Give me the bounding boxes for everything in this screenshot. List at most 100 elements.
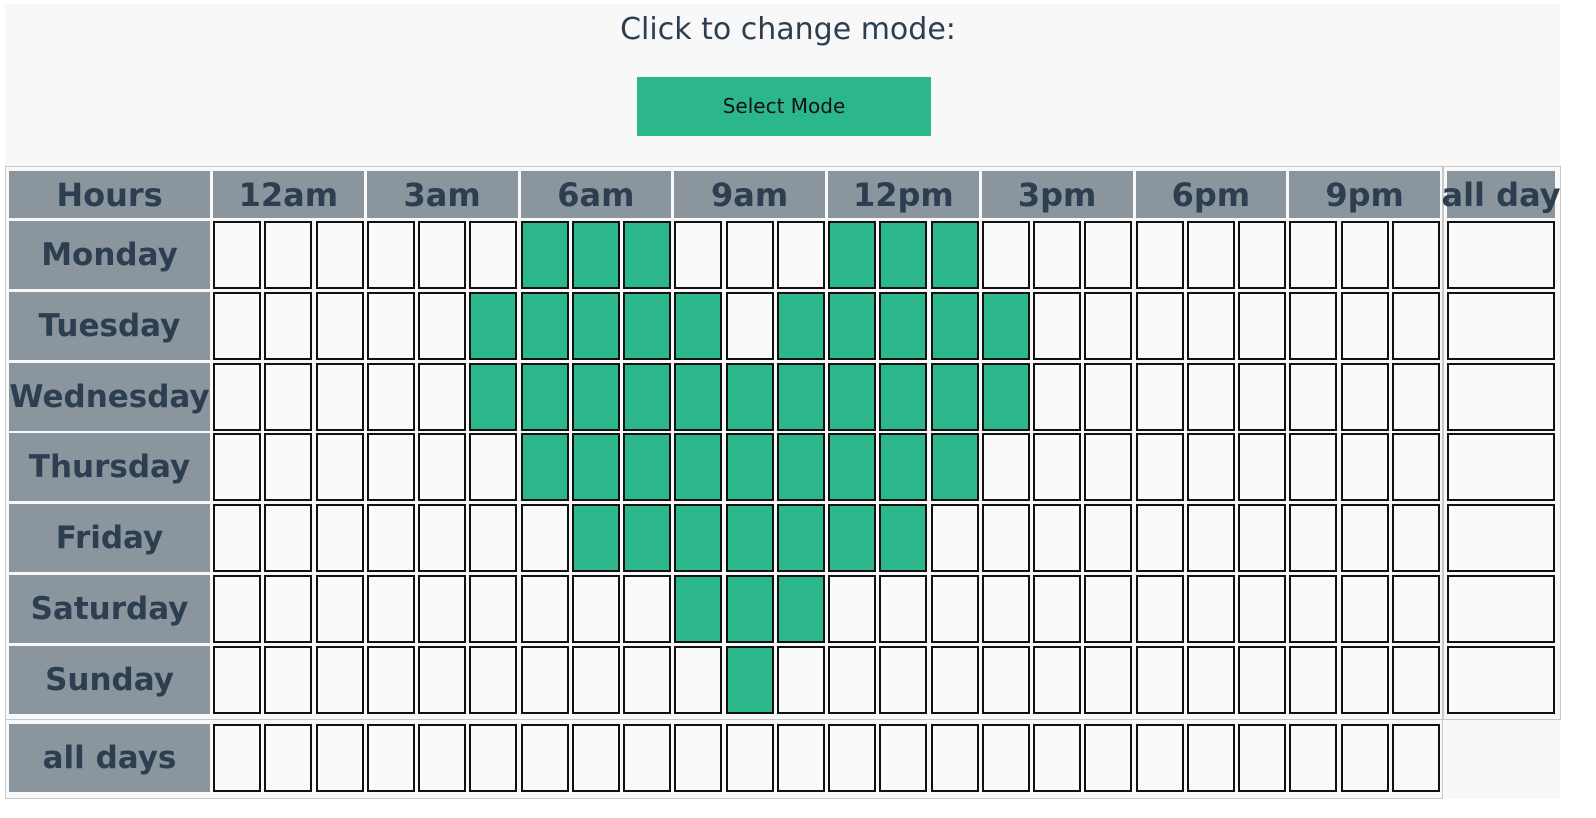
hour-cell[interactable] — [930, 433, 979, 502]
hour-cell[interactable] — [571, 504, 620, 573]
hour-cell[interactable] — [571, 645, 620, 714]
hour-cell[interactable] — [469, 221, 518, 289]
all-days-hour-cell[interactable] — [469, 724, 518, 792]
all-days-hour-cell[interactable] — [315, 724, 364, 792]
hour-cell[interactable] — [213, 645, 261, 714]
hour-cell[interactable] — [1340, 645, 1389, 714]
all-days-hour-cell[interactable] — [828, 724, 876, 792]
all-days-hour-cell[interactable] — [1033, 724, 1081, 792]
hour-cell[interactable] — [1238, 645, 1286, 714]
hour-cell[interactable] — [1084, 433, 1133, 502]
hour-cell[interactable] — [264, 362, 313, 431]
hour-cell[interactable] — [1340, 433, 1389, 502]
hour-cell[interactable] — [930, 575, 979, 643]
all-day-cell[interactable] — [1447, 645, 1555, 714]
hour-cell[interactable] — [930, 504, 979, 573]
hour-cell[interactable] — [1186, 433, 1235, 502]
hour-cell[interactable] — [981, 291, 1030, 360]
hour-cell[interactable] — [1186, 221, 1235, 289]
hour-cell[interactable] — [315, 575, 364, 643]
hour-cell[interactable] — [366, 575, 415, 643]
hour-cell[interactable] — [1186, 504, 1235, 573]
hour-cell[interactable] — [776, 504, 825, 573]
all-days-hour-cell[interactable] — [776, 724, 825, 792]
hour-cell[interactable] — [418, 221, 466, 289]
all-days-hour-cell[interactable] — [725, 724, 774, 792]
hour-cell[interactable] — [418, 362, 466, 431]
hour-cell[interactable] — [776, 291, 825, 360]
hour-cell[interactable] — [264, 645, 313, 714]
hour-cell[interactable] — [1135, 645, 1184, 714]
hour-cell[interactable] — [1340, 291, 1389, 360]
hour-cell[interactable] — [1391, 362, 1440, 431]
all-days-hour-cell[interactable] — [1238, 724, 1286, 792]
hour-cell[interactable] — [1289, 221, 1338, 289]
hour-cell[interactable] — [776, 645, 825, 714]
hour-cell[interactable] — [981, 362, 1030, 431]
hour-cell[interactable] — [725, 291, 774, 360]
all-days-hour-cell[interactable] — [520, 724, 569, 792]
hour-cell[interactable] — [469, 645, 518, 714]
day-header-wednesday[interactable]: Wednesday — [9, 362, 210, 431]
hour-cell[interactable] — [315, 433, 364, 502]
hour-cell[interactable] — [1391, 221, 1440, 289]
hour-cell[interactable] — [315, 645, 364, 714]
all-days-hour-cell[interactable] — [930, 724, 979, 792]
hour-cell[interactable] — [1289, 504, 1338, 573]
hour-header-6am[interactable]: 6am — [520, 171, 672, 218]
hour-cell[interactable] — [725, 221, 774, 289]
all-days-header[interactable]: all days — [9, 724, 210, 792]
hour-cell[interactable] — [418, 575, 466, 643]
hour-cell[interactable] — [930, 362, 979, 431]
hour-cell[interactable] — [930, 221, 979, 289]
hour-cell[interactable] — [623, 221, 671, 289]
hour-cell[interactable] — [1033, 362, 1081, 431]
hour-cell[interactable] — [571, 433, 620, 502]
all-days-hour-cell[interactable] — [674, 724, 723, 792]
hour-cell[interactable] — [213, 504, 261, 573]
all-day-cell[interactable] — [1447, 291, 1555, 360]
hour-cell[interactable] — [1033, 504, 1081, 573]
hour-header-3pm[interactable]: 3pm — [981, 171, 1133, 218]
hour-cell[interactable] — [1135, 575, 1184, 643]
hour-cell[interactable] — [520, 433, 569, 502]
all-days-hour-cell[interactable] — [981, 724, 1030, 792]
hour-header-6pm[interactable]: 6pm — [1135, 171, 1287, 218]
hour-cell[interactable] — [1084, 221, 1133, 289]
hour-cell[interactable] — [930, 645, 979, 714]
hour-cell[interactable] — [264, 504, 313, 573]
hour-cell[interactable] — [1084, 362, 1133, 431]
all-days-hour-cell[interactable] — [1135, 724, 1184, 792]
hour-cell[interactable] — [1391, 575, 1440, 643]
hour-cell[interactable] — [879, 221, 928, 289]
hour-cell[interactable] — [1238, 504, 1286, 573]
hour-cell[interactable] — [213, 575, 261, 643]
hour-cell[interactable] — [930, 291, 979, 360]
all-days-hour-cell[interactable] — [1289, 724, 1338, 792]
hour-cell[interactable] — [1186, 645, 1235, 714]
hour-cell[interactable] — [469, 504, 518, 573]
all-days-hour-cell[interactable] — [1391, 724, 1440, 792]
hour-cell[interactable] — [1084, 504, 1133, 573]
hour-cell[interactable] — [571, 291, 620, 360]
hour-cell[interactable] — [315, 504, 364, 573]
day-header-thursday[interactable]: Thursday — [9, 433, 210, 502]
hour-cell[interactable] — [571, 221, 620, 289]
hour-cell[interactable] — [315, 291, 364, 360]
day-header-saturday[interactable]: Saturday — [9, 575, 210, 643]
hour-header-12pm[interactable]: 12pm — [828, 171, 979, 218]
hour-header-3am[interactable]: 3am — [366, 171, 518, 218]
all-days-hour-cell[interactable] — [1186, 724, 1235, 792]
hour-cell[interactable] — [366, 504, 415, 573]
hour-cell[interactable] — [1084, 575, 1133, 643]
hour-cell[interactable] — [1289, 362, 1338, 431]
hour-cell[interactable] — [623, 362, 671, 431]
all-days-hour-cell[interactable] — [264, 724, 313, 792]
hour-cell[interactable] — [571, 362, 620, 431]
hour-cell[interactable] — [725, 575, 774, 643]
day-header-friday[interactable]: Friday — [9, 504, 210, 573]
hour-cell[interactable] — [315, 362, 364, 431]
select-mode-button[interactable]: Select Mode — [637, 77, 931, 136]
hour-cell[interactable] — [418, 291, 466, 360]
hour-cell[interactable] — [1340, 504, 1389, 573]
